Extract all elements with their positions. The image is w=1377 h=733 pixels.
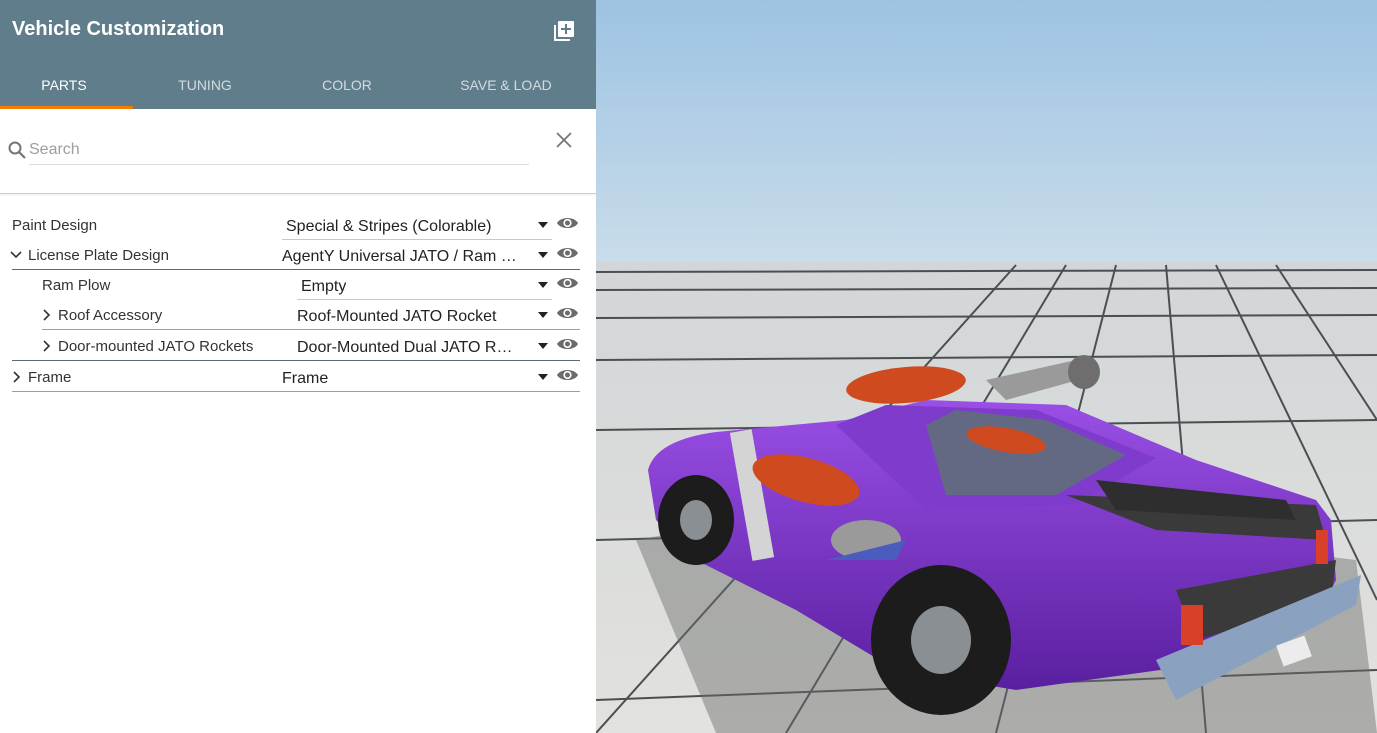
- part-label: Paint Design: [12, 217, 98, 234]
- part-row-ram-plow: Ram Plow Empty: [0, 270, 596, 300]
- visibility-eye-icon[interactable]: [556, 215, 579, 231]
- part-label: Frame: [28, 369, 72, 386]
- part-select-value: Roof-Mounted JATO Rocket: [297, 308, 497, 325]
- chevron-right-icon[interactable]: [40, 339, 52, 353]
- dropdown-arrow-icon: [538, 222, 548, 228]
- part-select-value: AgentY Universal JATO / Ram Plow: [282, 248, 524, 265]
- tab-save-load[interactable]: SAVE & LOAD: [436, 76, 576, 109]
- part-select-license-plate-design[interactable]: AgentY Universal JATO / Ram Plow: [278, 240, 552, 270]
- row-divider: [12, 391, 580, 392]
- part-select-paint-design[interactable]: Special & Stripes (Colorable): [282, 210, 552, 240]
- row-divider: [42, 329, 580, 330]
- vehicle-3d-viewport[interactable]: [596, 0, 1377, 733]
- part-label: License Plate Design: [28, 247, 169, 264]
- section-divider: [12, 360, 580, 361]
- search-input[interactable]: [29, 136, 529, 165]
- dropdown-arrow-icon: [538, 282, 548, 288]
- part-select-door-mounted-jato-rockets[interactable]: Door-Mounted Dual JATO Rockets: [293, 331, 552, 361]
- dropdown-arrow-icon: [538, 374, 548, 380]
- dropdown-arrow-icon: [538, 312, 548, 318]
- visibility-eye-icon[interactable]: [556, 275, 579, 291]
- part-label: Ram Plow: [42, 277, 111, 294]
- panel-title: Vehicle Customization: [12, 18, 225, 40]
- tab-color[interactable]: COLOR: [283, 76, 411, 109]
- visibility-eye-icon[interactable]: [556, 367, 579, 383]
- visibility-eye-icon[interactable]: [556, 305, 579, 321]
- part-select-value: Empty: [301, 278, 347, 295]
- part-label: Door-mounted JATO Rockets: [58, 338, 254, 355]
- search-bar: [0, 109, 596, 194]
- library-add-icon[interactable]: [552, 19, 576, 43]
- visibility-eye-icon[interactable]: [556, 336, 579, 352]
- sky: [596, 0, 1377, 262]
- tab-parts[interactable]: PARTS: [0, 76, 128, 109]
- chevron-down-icon[interactable]: [10, 248, 22, 262]
- part-select-value: Frame: [282, 370, 329, 387]
- part-select-value: Special & Stripes (Colorable): [286, 218, 492, 235]
- part-select-frame[interactable]: Frame: [278, 362, 552, 392]
- tab-tuning[interactable]: TUNING: [141, 76, 269, 109]
- panel-header: Vehicle Customization PARTS TUNING COLOR…: [0, 0, 596, 109]
- part-row-door-mounted-jato-rockets: Door-mounted JATO Rockets Door-Mounted D…: [0, 331, 596, 361]
- part-label: Roof Accessory: [58, 307, 163, 324]
- dropdown-arrow-icon: [538, 343, 548, 349]
- part-row-roof-accessory: Roof Accessory Roof-Mounted JATO Rocket: [0, 300, 596, 330]
- dropdown-arrow-icon: [538, 252, 548, 258]
- search-icon: [8, 141, 26, 159]
- part-row-license-plate-design: License Plate Design AgentY Universal JA…: [0, 240, 596, 270]
- close-icon[interactable]: [554, 130, 574, 150]
- chevron-right-icon[interactable]: [40, 308, 52, 322]
- part-select-ram-plow[interactable]: Empty: [297, 270, 552, 300]
- part-row-paint-design: Paint Design Special & Stripes (Colorabl…: [0, 210, 596, 240]
- part-select-value: Door-Mounted Dual JATO Rockets: [297, 339, 521, 356]
- visibility-eye-icon[interactable]: [556, 245, 579, 261]
- part-row-frame: Frame Frame: [0, 362, 596, 392]
- part-select-roof-accessory[interactable]: Roof-Mounted JATO Rocket: [293, 300, 552, 330]
- chevron-right-icon[interactable]: [10, 370, 22, 384]
- vehicle-customization-panel: Vehicle Customization PARTS TUNING COLOR…: [0, 0, 596, 733]
